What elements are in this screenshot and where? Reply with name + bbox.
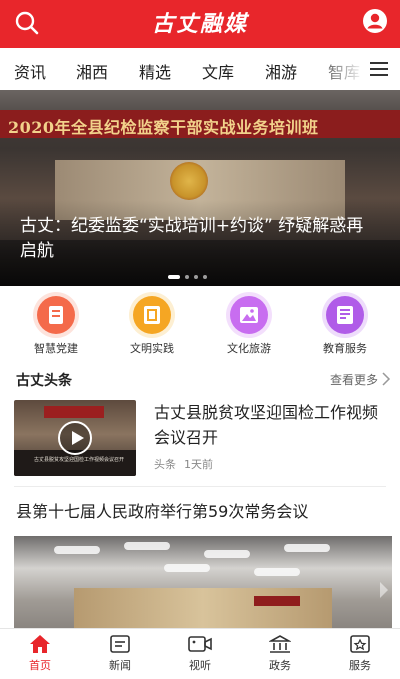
category-nav: 资讯 湘西 精选 文库 湘游 智库 [0,48,400,90]
category-tab-xiangxi[interactable]: 湘西 [76,59,108,83]
section-title: 古丈头条 [16,373,72,389]
carousel-dot [194,274,198,279]
government-icon [269,635,291,653]
banner-carousel[interactable]: 2020年全县纪检监察干部实战业务培训班 古丈：纪委监委“实战培训+约谈” 纾疑… [0,90,400,286]
tab-label: 政务 [269,659,291,672]
service-party-building[interactable]: 智慧党建 [16,296,96,356]
photo-wall [74,588,332,628]
section-header: 古丈头条 查看更多 [0,360,400,396]
national-emblem-icon [170,162,208,200]
banner-stage-text: 2020年全县纪检监察干部实战业务培训班 [8,118,319,137]
home-icon [30,635,50,653]
tab-label: 首页 [29,659,51,672]
category-tab-news[interactable]: 资讯 [14,59,46,83]
service-label: 智慧党建 [34,342,78,355]
video-thumbnail[interactable]: 古丈县脱贫攻坚迎国检工作视频会议召开 [14,400,136,476]
tab-home[interactable]: 首页 [0,634,80,673]
thumbnail-caption: 古丈县脱贫攻坚迎国检工作视频会议召开 [34,457,125,463]
photo-arrow [380,582,388,598]
photo-screen [254,596,300,606]
service-education[interactable]: 教育服务 [305,296,385,356]
thumbnail-screen [44,406,104,418]
photo-ceiling-light [54,546,100,554]
news-title[interactable]: 县第十七届人民政府举行第59次常务会议 [16,498,308,522]
tab-news[interactable]: 新闻 [80,634,160,673]
news-item-large[interactable]: 县第十七届人民政府举行第59次常务会议 [0,488,400,628]
menu-icon[interactable] [370,61,388,77]
category-tab-travel[interactable]: 湘游 [265,59,297,83]
carousel-dot-active [168,274,180,279]
tab-label: 服务 [349,659,371,672]
culture-tourism-icon [230,296,268,334]
education-service-icon [326,296,364,334]
tab-video[interactable]: 视听 [160,634,240,673]
service-culture-tourism[interactable]: 文化旅游 [209,296,289,356]
banner-title[interactable]: 古丈：纪委监委“实战培训+约谈” 纾疑解惑再启航 [20,214,380,264]
quick-services: 智慧党建 文明实践 文化旅游 教育服务 [0,286,400,360]
news-icon [110,635,130,653]
tab-label: 视听 [189,659,211,672]
carousel-dot [203,274,207,279]
photo-ceiling-light [124,542,170,550]
photo-ceiling-light [204,550,250,558]
user-icon[interactable] [362,8,388,34]
carousel-indicator [168,266,212,279]
category-tab-library[interactable]: 文库 [202,59,234,83]
tab-service[interactable]: 服务 [320,634,400,673]
video-icon [188,636,212,652]
app-header: 古丈融媒 [0,0,400,48]
news-item[interactable]: 古丈县脱贫攻坚迎国检工作视频会议召开 古丈县脱贫攻坚迎国检工作视频会议召开 头条… [0,396,400,486]
bottom-tab-bar: 首页 新闻 视听 政务 服务 [0,628,400,679]
news-photo[interactable] [14,536,392,628]
category-tab-selected[interactable]: 精选 [139,59,171,83]
category-nav-fade [310,48,362,90]
news-meta: 头条 1天前 [154,456,213,472]
civilization-practice-icon [133,296,171,334]
photo-ceiling-light [164,564,210,572]
photo-ceiling-light [254,568,300,576]
service-label: 教育服务 [323,342,367,355]
chevron-right-icon[interactable] [381,372,391,386]
carousel-dot [185,274,189,279]
news-title[interactable]: 古丈县脱贫攻坚迎国检工作视频会议召开 [154,400,386,450]
divider [14,486,386,487]
news-source: 头条 [154,458,176,471]
service-label: 文化旅游 [227,342,271,355]
app-logo: 古丈融媒 [151,11,248,37]
service-civilization-practice[interactable]: 文明实践 [112,296,192,356]
service-label: 文明实践 [130,342,174,355]
party-building-icon [37,296,75,334]
tab-label: 新闻 [109,659,131,672]
play-icon[interactable] [58,421,92,455]
view-more-link[interactable]: 查看更多 [330,371,378,388]
tab-government[interactable]: 政务 [240,634,320,673]
service-icon [350,635,370,653]
photo-ceiling-light [284,544,330,552]
news-time: 1天前 [184,458,213,471]
